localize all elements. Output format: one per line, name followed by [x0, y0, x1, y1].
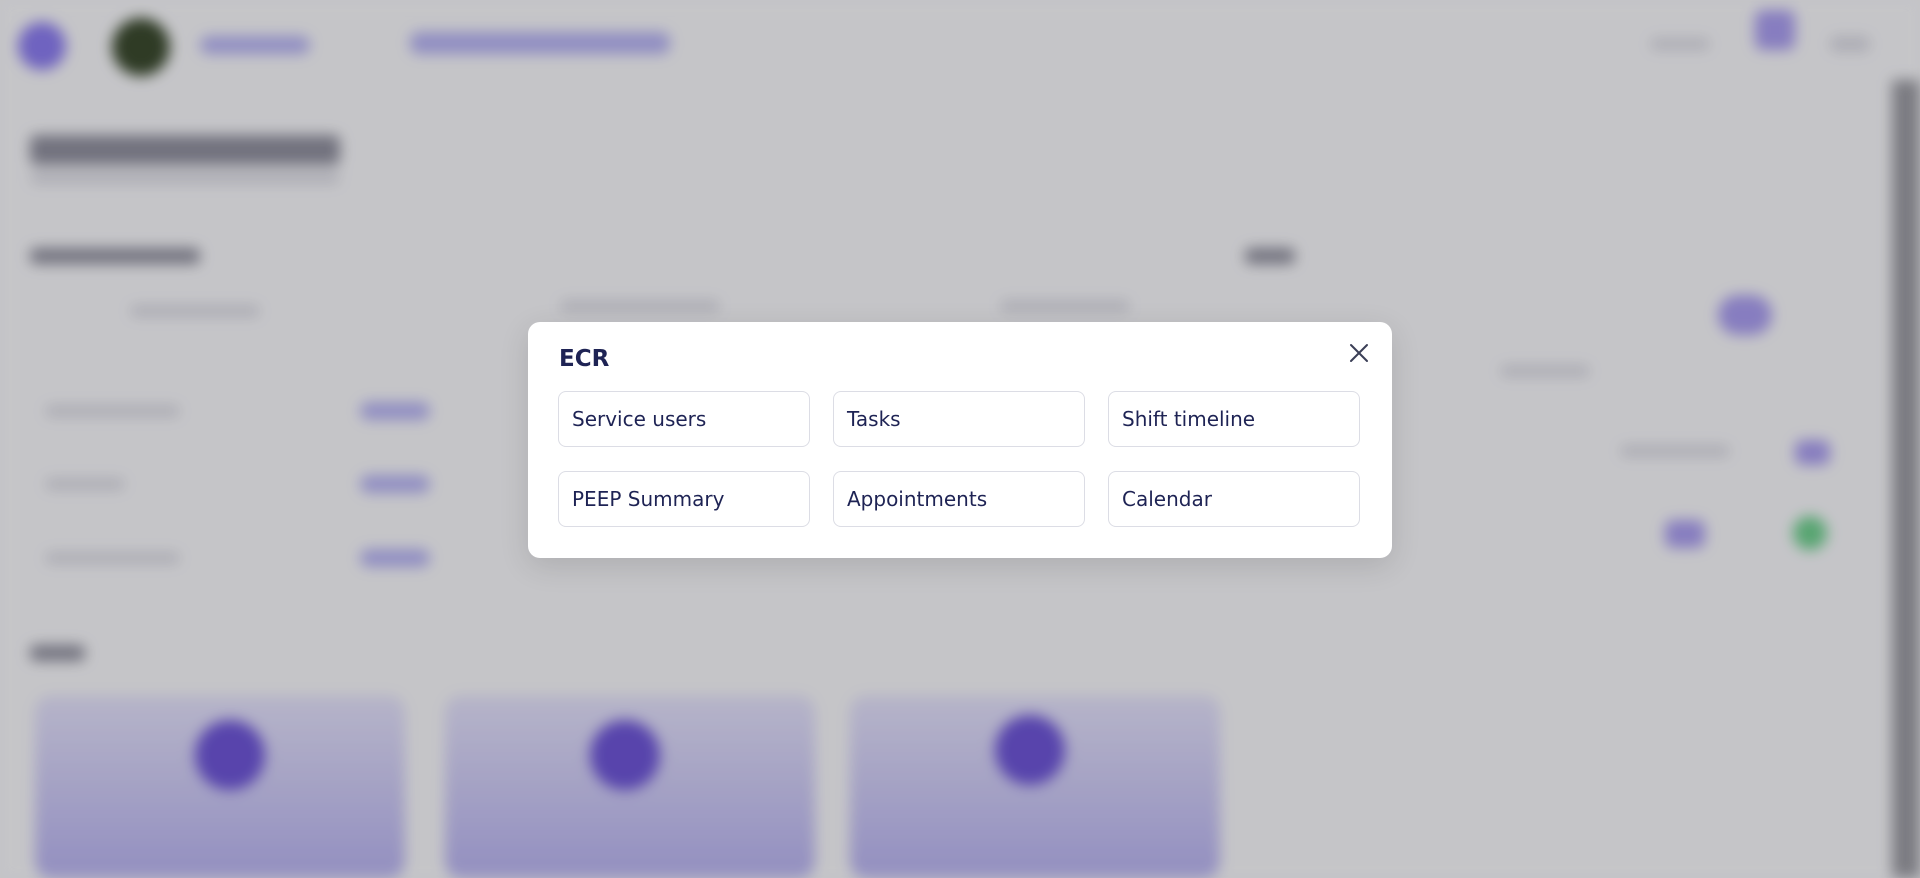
tasks-button[interactable]: Tasks: [833, 391, 1085, 447]
ecr-options-grid: Service users Tasks Shift timeline PEEP …: [558, 391, 1360, 527]
close-button[interactable]: [1342, 336, 1376, 370]
service-users-button[interactable]: Service users: [558, 391, 810, 447]
ecr-modal: ECR Service users Tasks Shift timeline P…: [528, 322, 1392, 558]
calendar-button[interactable]: Calendar: [1108, 471, 1360, 527]
modal-title: ECR: [559, 346, 610, 372]
shift-timeline-button[interactable]: Shift timeline: [1108, 391, 1360, 447]
appointments-button[interactable]: Appointments: [833, 471, 1085, 527]
close-icon: [1350, 344, 1368, 362]
peep-summary-button[interactable]: PEEP Summary: [558, 471, 810, 527]
